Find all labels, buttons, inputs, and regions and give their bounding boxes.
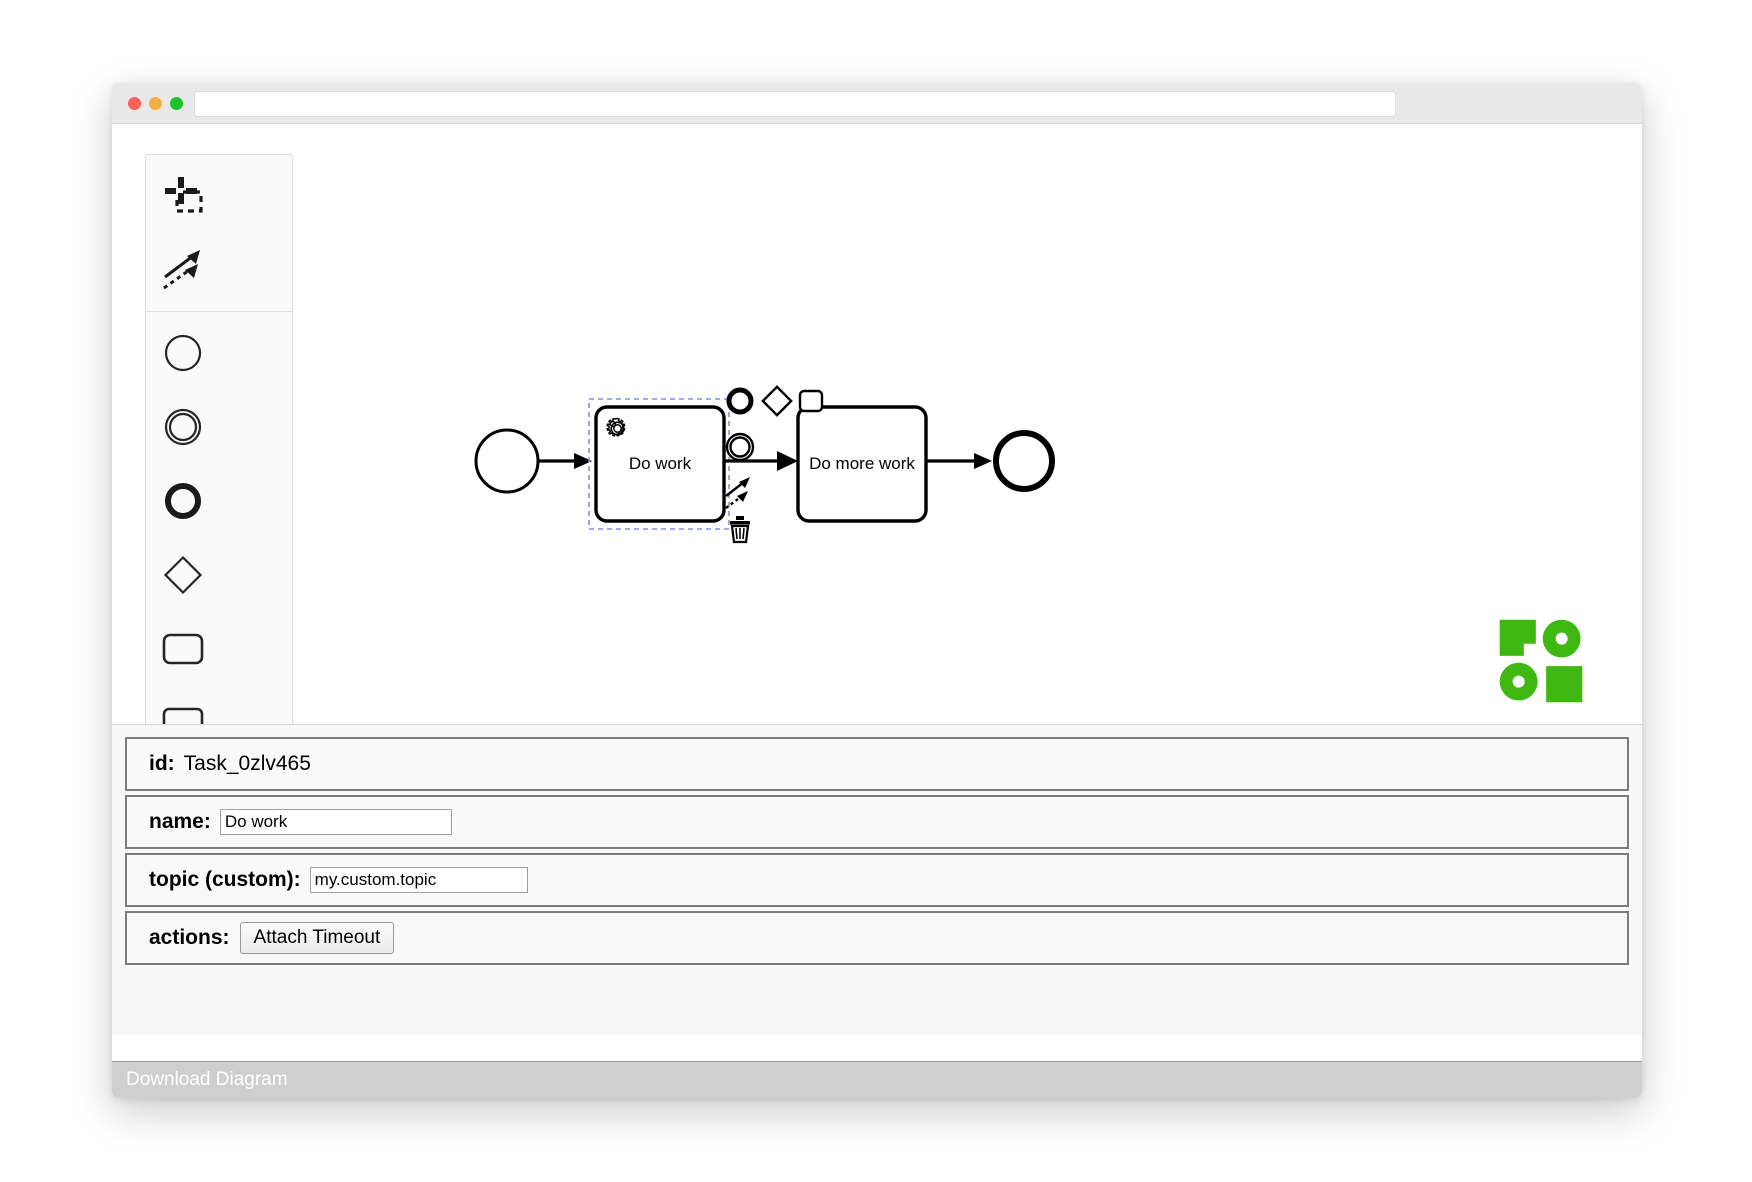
minimize-window-button[interactable] [149, 97, 162, 110]
address-bar[interactable] [194, 91, 1396, 117]
screenshot-root: Do work Do more work id: Task_0zlv465 na… [0, 0, 1752, 1182]
bpmn-diagram[interactable]: Do work Do more work [112, 124, 1642, 724]
property-value-id: Task_0zlv465 [183, 752, 311, 775]
property-row-id: id: Task_0zlv465 [125, 737, 1629, 791]
property-label-id: id: [149, 752, 175, 775]
property-label-actions: actions: [149, 926, 230, 949]
append-gateway-icon[interactable] [761, 385, 793, 417]
name-input[interactable] [219, 809, 452, 835]
property-label-name: name: [149, 810, 211, 833]
start-event-shape[interactable] [474, 428, 540, 494]
footer-bar: Download Diagram [112, 1061, 1642, 1098]
end-event-shape[interactable] [993, 430, 1055, 492]
bpmn-canvas[interactable]: Do work Do more work [112, 124, 1642, 725]
browser-titlebar [112, 83, 1642, 124]
task-do-work[interactable]: Do work [594, 405, 726, 523]
topic-input[interactable] [309, 867, 528, 893]
window-controls [128, 97, 183, 110]
properties-panel: id: Task_0zlv465 name: topic (custom): a… [112, 725, 1642, 1035]
close-window-button[interactable] [128, 97, 141, 110]
download-diagram-link[interactable]: Download Diagram [126, 1069, 288, 1091]
append-task-icon[interactable] [798, 389, 824, 413]
task-do-work-label: Do work [629, 454, 692, 473]
property-row-topic: topic (custom): [125, 853, 1629, 907]
delete-icon[interactable] [730, 516, 750, 544]
property-label-topic: topic (custom): [149, 868, 301, 891]
maximize-window-button[interactable] [170, 97, 183, 110]
sequence-flow-1[interactable] [539, 453, 592, 469]
task-do-more-work-label: Do more work [809, 454, 915, 473]
browser-window: Do work Do more work id: Task_0zlv465 na… [112, 83, 1642, 1098]
property-row-actions: actions: Attach Timeout [125, 911, 1629, 965]
task-do-more-work[interactable]: Do more work [796, 405, 928, 523]
sequence-flow-3[interactable] [926, 453, 992, 469]
bpmn-io-logo [1499, 619, 1583, 703]
property-row-name: name: [125, 795, 1629, 849]
append-intermediate-event-icon[interactable] [725, 432, 755, 462]
attach-timeout-button[interactable]: Attach Timeout [239, 922, 395, 954]
append-end-event-icon[interactable] [726, 387, 754, 415]
